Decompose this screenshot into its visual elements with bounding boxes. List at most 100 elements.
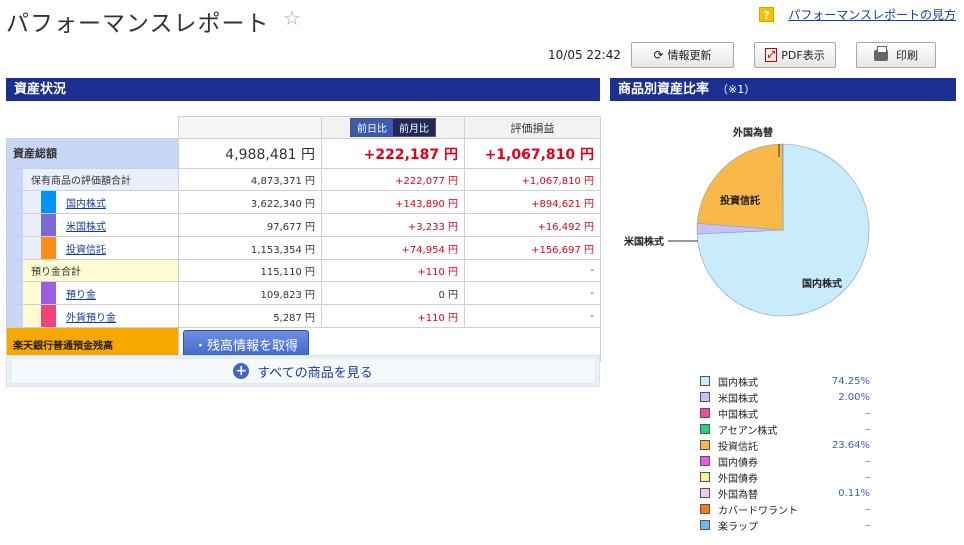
pie-label-fund: 投資信託 bbox=[720, 194, 760, 207]
legend-name: 外国債券 bbox=[718, 473, 758, 485]
legend-swatch bbox=[700, 424, 710, 434]
holdings-label: 保有商品の評価額合計 bbox=[23, 169, 178, 190]
legend-pct: – bbox=[865, 423, 870, 435]
deposit-total-pnl: - bbox=[464, 259, 601, 282]
legend-name: アセアン株式 bbox=[718, 425, 778, 437]
favorite-star-icon[interactable]: ☆ bbox=[283, 6, 301, 30]
printer-icon bbox=[874, 45, 888, 61]
pie-label-fx: 外国為替 bbox=[732, 126, 774, 139]
table-row: 資産総額 4,988,481 円 +222,187 円 +1,067,810 円 bbox=[6, 138, 601, 169]
toolbar: 10/05 22:42 ⟳ 情報更新 ⤢ PDF表示 印刷 bbox=[0, 42, 964, 68]
fund-link[interactable]: 投資信託 bbox=[66, 241, 106, 256]
domestic-stock-link[interactable]: 国内株式 bbox=[66, 195, 106, 210]
us-pnl: +16,492 円 bbox=[464, 213, 601, 237]
refresh-label: 情報更新 bbox=[667, 49, 712, 62]
legend-swatch bbox=[700, 376, 710, 386]
allocation-header: 商品別資産比率 （※1） bbox=[610, 78, 956, 101]
domestic-pnl: +894,621 円 bbox=[464, 190, 601, 214]
page-title: パフォーマンスレポート bbox=[6, 11, 270, 37]
legend-pct: – bbox=[865, 407, 870, 419]
fetch-balance-label: 残高情報を取得 bbox=[207, 339, 299, 354]
toggle-day[interactable]: 前日比 bbox=[351, 119, 393, 136]
legend-item: アセアン株式 – bbox=[700, 421, 870, 437]
timestamp: 10/05 22:42 bbox=[548, 48, 621, 62]
legend-pct: 0.11% bbox=[838, 487, 870, 499]
legend-name: カバードワラント bbox=[718, 505, 798, 517]
us-stock-swatch bbox=[41, 214, 56, 236]
deposit-swatch bbox=[41, 282, 56, 304]
us-stock-link[interactable]: 米国株式 bbox=[66, 218, 106, 233]
allocation-title: 商品別資産比率 bbox=[618, 82, 710, 97]
legend-name: 外国為替 bbox=[718, 489, 758, 501]
pdf-button[interactable]: ⤢ PDF表示 bbox=[754, 42, 836, 68]
holdings-amount: 4,873,371 円 bbox=[178, 168, 322, 191]
holdings-change: +222,077 円 bbox=[321, 168, 465, 191]
refresh-button[interactable]: ⟳ 情報更新 bbox=[631, 42, 734, 68]
print-label: 印刷 bbox=[896, 49, 918, 62]
legend-pct: – bbox=[865, 519, 870, 531]
allocation-note: （※1） bbox=[717, 83, 756, 96]
deposit-link[interactable]: 預り金 bbox=[66, 286, 96, 301]
allocation-pie-chart: 外国為替 投資信託 米国株式 国内株式 bbox=[610, 104, 956, 354]
help-link-area[interactable]: ? パフォーマンスレポートの見方 bbox=[759, 6, 956, 23]
toggle-month[interactable]: 前月比 bbox=[393, 119, 435, 136]
legend-item: 中国株式 – bbox=[700, 405, 870, 421]
deposit-amount: 109,823 円 bbox=[178, 281, 322, 305]
legend-swatch bbox=[700, 408, 710, 418]
legend-name: 米国株式 bbox=[718, 393, 758, 405]
us-amount: 97,677 円 bbox=[178, 213, 322, 237]
pdf-icon: ⤢ bbox=[765, 48, 778, 62]
pie-label-domestic: 国内株式 bbox=[802, 277, 842, 290]
fx-deposit-pnl: - bbox=[464, 304, 601, 328]
fx-deposit-link[interactable]: 外貨預り金 bbox=[66, 309, 116, 324]
legend-item: 外国債券 – bbox=[700, 469, 870, 485]
legend-swatch bbox=[700, 504, 710, 514]
table-row: 米国株式 97,677 円 +3,233 円 +16,492 円 bbox=[6, 213, 601, 237]
legend-name: 楽ラップ bbox=[718, 521, 758, 533]
pie-slice-fund bbox=[696, 143, 784, 231]
change-toggle-header: 前日比 前月比 bbox=[321, 116, 465, 139]
amount-header bbox=[178, 116, 322, 139]
legend-item: 国内債券 – bbox=[700, 453, 870, 469]
change-toggle[interactable]: 前日比 前月比 bbox=[350, 118, 436, 137]
asset-table: 前日比 前月比 評価損益 資産総額 4,988,481 円 +222,187 円… bbox=[6, 116, 601, 362]
us-change: +3,233 円 bbox=[321, 213, 465, 237]
legend-pct: 23.64% bbox=[831, 439, 870, 451]
legend-swatch bbox=[700, 520, 710, 530]
legend-swatch bbox=[700, 472, 710, 482]
table-row: 保有商品の評価額合計 4,873,371 円 +222,077 円 +1,067… bbox=[6, 168, 601, 191]
legend-pct: 74.25% bbox=[831, 375, 870, 387]
legend-item: 楽ラップ – bbox=[700, 517, 870, 533]
show-all-bar: + すべての商品を見る bbox=[6, 355, 600, 387]
table-row: 外貨預り金 5,287 円 +110 円 - bbox=[6, 304, 601, 328]
domestic-stock-swatch bbox=[41, 191, 56, 213]
domestic-amount: 3,622,340 円 bbox=[178, 190, 322, 214]
table-header-row: 前日比 前月比 評価損益 bbox=[6, 116, 601, 139]
table-row: 投資信託 1,153,354 円 +74,954 円 +156,697 円 bbox=[6, 236, 601, 260]
deposit-pnl: - bbox=[464, 281, 601, 305]
asset-status-header: 資産状況 bbox=[6, 78, 600, 101]
holdings-pnl: +1,067,810 円 bbox=[464, 168, 601, 191]
help-icon: ? bbox=[759, 7, 775, 22]
pie-label-us: 米国株式 bbox=[624, 235, 664, 248]
show-all-button[interactable]: + すべての商品を見る bbox=[10, 358, 596, 384]
deposit-change: 0 円 bbox=[321, 281, 465, 305]
help-link[interactable]: パフォーマンスレポートの見方 bbox=[788, 6, 956, 23]
legend-swatch bbox=[700, 488, 710, 498]
print-button[interactable]: 印刷 bbox=[856, 42, 936, 68]
fund-pnl: +156,697 円 bbox=[464, 236, 601, 260]
domestic-change: +143,890 円 bbox=[321, 190, 465, 214]
deposit-total-change: +110 円 bbox=[321, 259, 465, 282]
total-pnl: +1,067,810 円 bbox=[464, 138, 601, 169]
plus-icon: + bbox=[233, 363, 250, 379]
show-all-label: すべての商品を見る bbox=[257, 365, 373, 381]
table-row: 預り金合計 115,110 円 +110 円 - bbox=[6, 259, 601, 282]
allocation-legend: 国内株式 74.25% 米国株式 2.00% 中国株式 – アセアン株式 – 投資信託 2… bbox=[700, 373, 870, 533]
deposit-total-label: 預り金合計 bbox=[23, 260, 178, 281]
legend-swatch bbox=[700, 456, 710, 466]
total-change: +222,187 円 bbox=[321, 138, 465, 169]
legend-pct: 2.00% bbox=[838, 391, 870, 403]
legend-name: 中国株式 bbox=[718, 409, 758, 421]
legend-pct: – bbox=[865, 455, 870, 467]
legend-item: 米国株式 2.00% bbox=[700, 389, 870, 405]
